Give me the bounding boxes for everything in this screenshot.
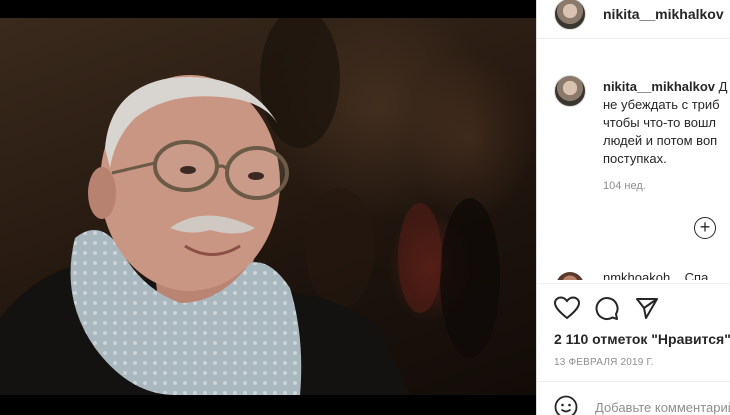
- caption-line-4: людей и потом воп: [603, 133, 718, 148]
- header-avatar[interactable]: [554, 0, 586, 30]
- comment-bubble-icon[interactable]: [594, 296, 619, 321]
- bottom-black-bar: [0, 395, 536, 415]
- likes-count[interactable]: 2 110 отметок "Нравится": [554, 331, 730, 347]
- caption-time-ago[interactable]: 104 нед.: [603, 180, 646, 192]
- paper-plane-icon[interactable]: [635, 296, 659, 320]
- caption-line-1: Д: [715, 79, 728, 94]
- heart-icon[interactable]: [554, 296, 580, 320]
- comment-input[interactable]: [595, 400, 730, 415]
- caption-line-3: чтобы что-то вошл: [603, 115, 717, 130]
- caption-line-2: не убеждать с триб: [603, 97, 720, 112]
- caption-avatar[interactable]: [554, 75, 586, 107]
- header-username[interactable]: nikita__mikhalkov: [603, 6, 724, 22]
- comment-divider: [537, 381, 730, 382]
- portrait-illustration: [0, 18, 500, 395]
- caption: nikita__mikhalkov Д не убеждать с триб ч…: [603, 78, 730, 168]
- post-photo[interactable]: [0, 18, 536, 395]
- caption-line-5: поступках.: [603, 151, 667, 166]
- next-comment-avatar[interactable]: [556, 272, 584, 280]
- next-comment-preview: nmkhoakoh... Спа: [554, 272, 730, 280]
- caption-username[interactable]: nikita__mikhalkov: [603, 79, 715, 94]
- smiley-icon[interactable]: [554, 395, 578, 415]
- plus-circle-icon[interactable]: +: [694, 217, 716, 239]
- actions-divider: [537, 283, 730, 284]
- post-side-panel: nikita__mikhalkov nikita__mikhalkov Д не…: [536, 0, 730, 415]
- top-black-bar: [0, 0, 536, 18]
- post-date[interactable]: 13 ФЕВРАЛЯ 2019 Г.: [554, 357, 654, 368]
- header-divider: [537, 38, 730, 39]
- next-comment-text: nmkhoakoh... Спа: [603, 272, 709, 280]
